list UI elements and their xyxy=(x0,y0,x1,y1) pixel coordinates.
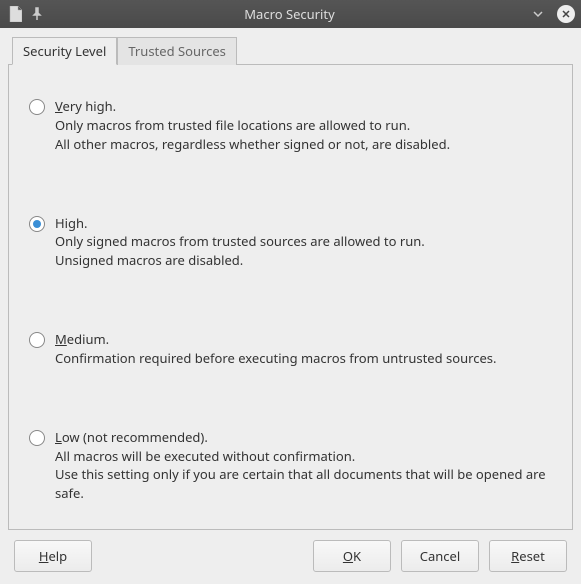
window-title: Macro Security xyxy=(50,5,529,23)
radio-very-high[interactable] xyxy=(29,99,45,115)
cancel-button[interactable]: Cancel xyxy=(401,540,479,572)
tab-security-level[interactable]: Security Level xyxy=(12,37,117,65)
dialog-body: Security Level Trusted Sources Very high… xyxy=(0,28,581,584)
tab-bar: Security Level Trusted Sources xyxy=(8,36,573,64)
minimize-icon[interactable] xyxy=(529,5,547,23)
label-very-high: Very high. Only macros from trusted file… xyxy=(55,97,450,154)
label-high: High. Only signed macros from trusted so… xyxy=(55,214,425,271)
reset-button[interactable]: Reset xyxy=(489,540,567,572)
label-low: Low (not recommended). All macros will b… xyxy=(55,428,552,503)
close-button[interactable] xyxy=(557,5,575,23)
radio-low[interactable] xyxy=(29,430,45,446)
radio-medium[interactable] xyxy=(29,332,45,348)
ok-button[interactable]: OK xyxy=(313,540,391,572)
button-bar: Help OK Cancel Reset xyxy=(8,530,573,578)
radio-high[interactable] xyxy=(29,216,45,232)
option-high[interactable]: High. Only signed macros from trusted so… xyxy=(29,214,552,271)
option-medium[interactable]: Medium. Confirmation required before exe… xyxy=(29,330,552,368)
option-low[interactable]: Low (not recommended). All macros will b… xyxy=(29,428,552,503)
document-icon xyxy=(6,5,24,23)
tab-content: Very high. Only macros from trusted file… xyxy=(8,64,573,530)
option-very-high[interactable]: Very high. Only macros from trusted file… xyxy=(29,97,552,154)
pin-icon[interactable] xyxy=(28,5,46,23)
label-medium: Medium. Confirmation required before exe… xyxy=(55,330,497,368)
help-button[interactable]: Help xyxy=(14,540,92,572)
titlebar: Macro Security xyxy=(0,0,581,28)
tab-trusted-sources[interactable]: Trusted Sources xyxy=(117,37,237,65)
